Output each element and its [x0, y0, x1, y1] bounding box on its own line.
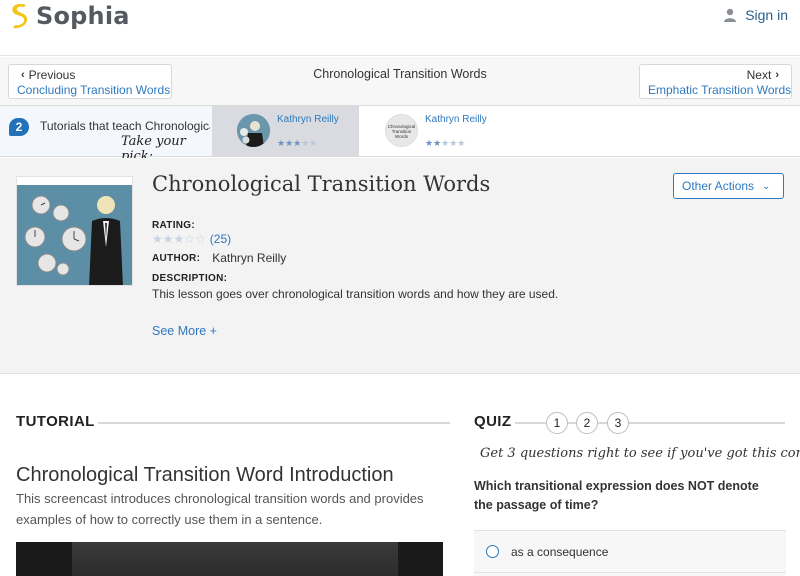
quiz-question-1[interactable]: 1	[546, 412, 568, 434]
author-label: AUTHOR:	[152, 252, 201, 264]
tutorial-card-2[interactable]: Chronological Transition Words Kathryn R…	[360, 106, 530, 156]
lesson-navigation: ‹ Previous Concluding Transition Words Ch…	[0, 57, 800, 105]
user-icon	[724, 8, 737, 22]
next-lesson-title: Emphatic Transition Words	[648, 83, 792, 97]
video-frame	[72, 542, 398, 576]
lesson-description: This lesson goes over chronological tran…	[152, 287, 559, 301]
author-name: Kathryn Reilly	[212, 251, 287, 265]
tutorial-thumbnail: Chronological Transition Words	[385, 114, 418, 147]
quiz-tagline: Get 3 questions right to see if you've g…	[480, 446, 800, 461]
tutorial-card-1[interactable]: Kathryn Reilly ★★★★★	[212, 106, 359, 156]
previous-label: Previous	[28, 68, 76, 82]
chevron-down-icon: ⌄	[762, 180, 771, 192]
tutorial-divider	[98, 422, 450, 424]
radio-button[interactable]	[486, 545, 499, 558]
sign-in-link[interactable]: Sign in	[723, 7, 788, 23]
author-photo-icon	[237, 114, 270, 147]
tutorials-picker: 2 Tutorials that teach Chronological Tra…	[0, 105, 800, 164]
previous-lesson-button[interactable]: ‹ Previous Concluding Transition Words	[8, 64, 172, 99]
sign-in-label: Sign in	[745, 7, 788, 23]
rating-stars-icon: ★★★★★	[277, 138, 318, 148]
quiz-question-3[interactable]: 3	[607, 412, 629, 434]
quiz-question-text: Which transitional expression does NOT d…	[474, 479, 759, 512]
quiz-heading: QUIZ	[474, 413, 512, 430]
chevron-right-icon: ›	[775, 69, 779, 81]
tutorials-count-panel: 2 Tutorials that teach Chronological Tra…	[0, 106, 212, 164]
clocks-illustration-icon	[17, 177, 132, 285]
tutorial-author: Kathryn Reilly	[277, 114, 339, 125]
brand-name: Sophia	[36, 2, 130, 30]
other-actions-label: Other Actions	[682, 179, 755, 193]
tutorial-count-badge: 2	[9, 118, 29, 136]
quiz-answer-option[interactable]: as a consequence	[474, 530, 786, 572]
rating-stars-icon: ★★★☆☆	[152, 232, 206, 246]
sophia-logo[interactable]: Sophia	[10, 2, 130, 30]
tutorial-title: Chronological Transition Word Introducti…	[16, 464, 394, 486]
sophia-logo-icon	[12, 4, 28, 29]
tutorial-author: Kathryn Reilly	[425, 114, 487, 125]
rating-row: ★★★☆☆ (25)	[152, 232, 231, 246]
top-header: Sophia Sign in	[0, 0, 800, 56]
previous-lesson-title: Concluding Transition Words	[17, 83, 171, 97]
see-more-link[interactable]: See More +	[152, 324, 217, 338]
rating-count[interactable]: (25)	[210, 232, 231, 246]
rating-label: RATING:	[152, 220, 196, 231]
lesson-thumbnail	[16, 176, 133, 286]
author-row: AUTHOR: Kathryn Reilly	[152, 251, 286, 265]
video-player[interactable]	[16, 542, 443, 576]
description-label: DESCRIPTION:	[152, 273, 228, 284]
tutorial-heading: TUTORIAL	[16, 413, 95, 430]
next-label: Next	[746, 68, 772, 82]
tutorial-description: This screencast introduces chronological…	[16, 491, 424, 527]
answer-text: as a consequence	[511, 544, 609, 559]
lesson-info-panel: Chronological Transition Words Other Act…	[0, 158, 800, 374]
other-actions-dropdown[interactable]: Other Actions ⌄	[673, 173, 784, 199]
tutorial-thumbnail-text: Chronological Transition Words	[387, 124, 416, 139]
rating-stars-icon: ★★★★★	[425, 138, 466, 148]
chevron-left-icon: ‹	[21, 69, 25, 81]
tutorials-label: Tutorials that teach Chronological Trans…	[40, 119, 210, 133]
quiz-question-2[interactable]: 2	[576, 412, 598, 434]
quiz-answer-option-next[interactable]	[474, 572, 786, 576]
lesson-title: Chronological Transition Words	[152, 172, 491, 196]
next-lesson-button[interactable]: Next › Emphatic Transition Words	[639, 64, 792, 99]
